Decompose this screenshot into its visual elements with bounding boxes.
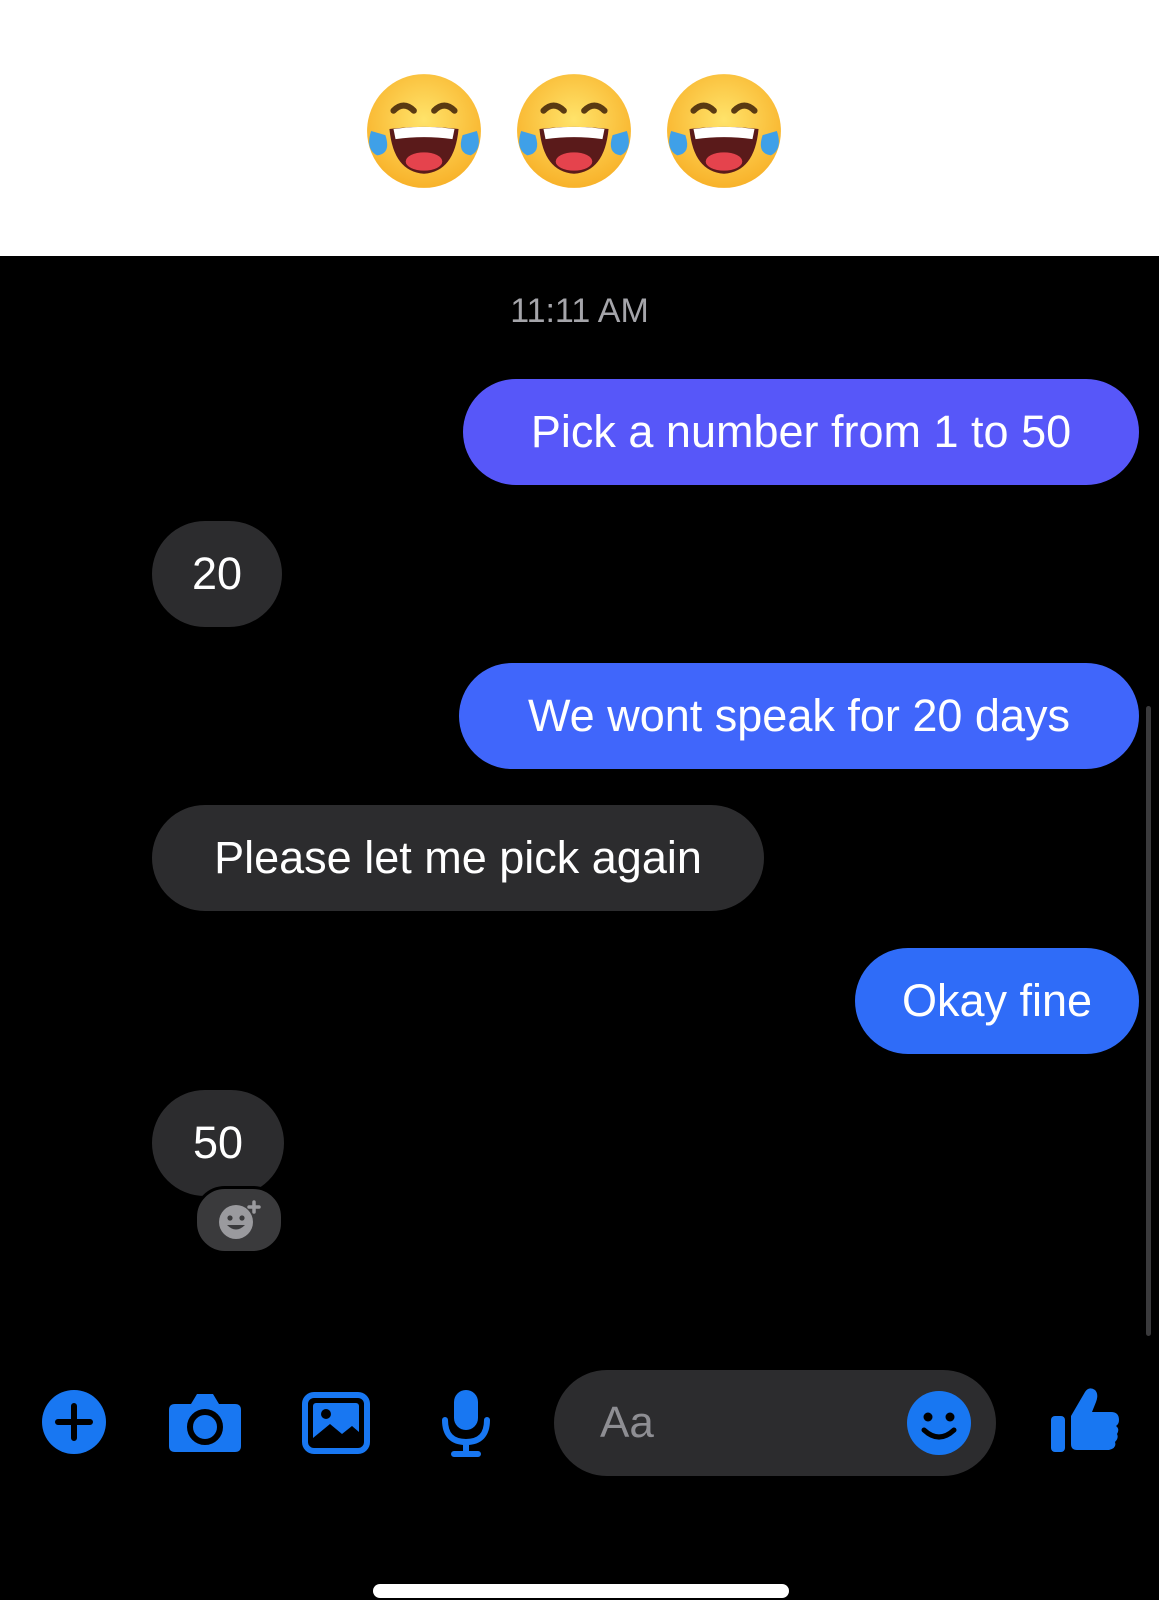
laughing-emoji-icon bbox=[667, 74, 781, 188]
message-input-placeholder: Aa bbox=[600, 1398, 654, 1447]
emoji-row bbox=[363, 70, 785, 192]
gallery-icon[interactable] bbox=[302, 1392, 370, 1454]
home-indicator[interactable] bbox=[373, 1584, 789, 1598]
outgoing-message-bubble[interactable]: We wont speak for 20 days bbox=[459, 663, 1139, 769]
outgoing-message-bubble[interactable]: Okay fine bbox=[855, 948, 1139, 1054]
add-reaction-icon bbox=[219, 1200, 261, 1239]
plus-icon[interactable] bbox=[41, 1389, 107, 1455]
microphone-icon[interactable] bbox=[440, 1388, 492, 1458]
laughing-emoji-icon bbox=[367, 74, 481, 188]
camera-icon[interactable] bbox=[167, 1390, 243, 1454]
emoji-icon[interactable] bbox=[906, 1390, 972, 1456]
laughing-emoji-icon bbox=[517, 74, 631, 188]
scrollbar[interactable] bbox=[1146, 706, 1151, 1336]
top-banner bbox=[0, 0, 1159, 256]
outgoing-message-bubble[interactable]: Pick a number from 1 to 50 bbox=[463, 379, 1139, 485]
message-timestamp: 11:11 AM bbox=[510, 292, 649, 330]
add-reaction-button[interactable] bbox=[194, 1186, 284, 1254]
thumbs-up-icon[interactable] bbox=[1049, 1386, 1121, 1454]
incoming-message-bubble[interactable]: 50 bbox=[152, 1090, 284, 1196]
incoming-message-bubble[interactable]: 20 bbox=[152, 521, 282, 627]
message-input[interactable]: Aa bbox=[554, 1370, 996, 1476]
incoming-message-bubble[interactable]: Please let me pick again bbox=[152, 805, 764, 911]
